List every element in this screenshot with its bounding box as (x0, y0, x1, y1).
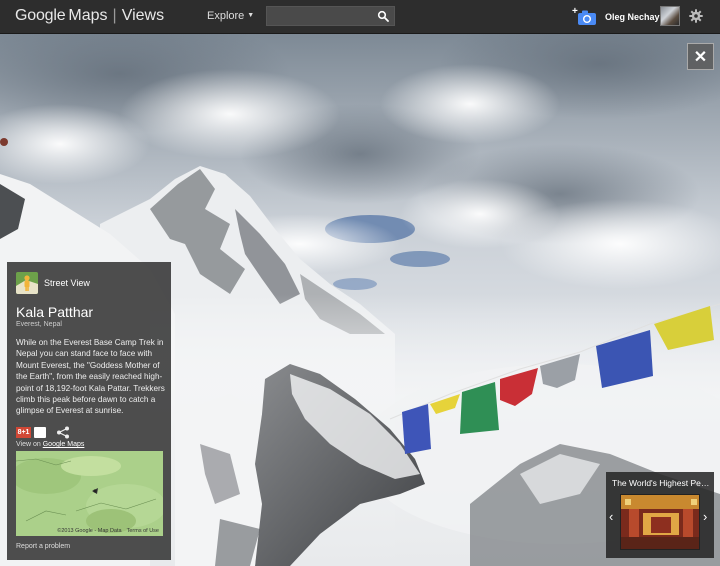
explore-menu[interactable]: Explore ▼ (207, 10, 254, 22)
view-on-prefix: View on (16, 441, 41, 448)
map-copyright: ©2013 Google - Map Data (57, 528, 122, 534)
search-icon[interactable] (377, 10, 389, 22)
top-bar: Google Maps | Views Explore ▼ + Oleg Nechay (0, 0, 720, 34)
add-photo-camera-icon[interactable]: + (572, 5, 598, 27)
chevron-left-icon[interactable]: ‹ (609, 510, 613, 524)
thumbnail-image (621, 495, 699, 549)
plus-one-count (34, 427, 46, 438)
map-terms-link[interactable]: Terms of Use (127, 528, 159, 534)
logo-brand: Google (15, 7, 66, 24)
street-view-pegman-icon (16, 272, 38, 294)
search-input[interactable] (267, 7, 373, 25)
street-view-label: Street View (44, 278, 90, 288)
place-description: While on the Everest Base Camp Trek in N… (16, 338, 165, 416)
google-maps-views-logo[interactable]: Google Maps | Views (15, 7, 164, 25)
google-maps-link[interactable]: Google Maps (43, 441, 85, 448)
place-title: Kala Patthar (16, 304, 94, 320)
search-box (266, 6, 395, 26)
caret-down-icon: ▼ (247, 12, 255, 19)
collection-carousel: The World's Highest Pea... ‹ › (606, 472, 714, 558)
logo-separator: | (112, 7, 117, 24)
location-minimap[interactable]: ©2013 Google - Map Data Terms of Use (16, 451, 163, 536)
view-on-maps: View on Google Maps (16, 441, 84, 448)
close-icon: ✕ (693, 48, 708, 66)
explore-label: Explore (207, 10, 245, 22)
share-icon[interactable] (56, 426, 70, 439)
info-panel: Street View Kala Patthar Everest, Nepal … (7, 262, 171, 560)
logo-product: Maps (68, 7, 108, 24)
minimap-terrain (16, 451, 163, 536)
carousel-title[interactable]: The World's Highest Pea... (612, 478, 710, 488)
map-attribution: ©2013 Google - Map Data Terms of Use (57, 528, 159, 534)
gear-icon[interactable] (689, 9, 703, 23)
chevron-right-icon[interactable]: › (703, 510, 707, 524)
carousel-thumbnail[interactable] (620, 494, 700, 550)
avatar[interactable] (660, 6, 680, 26)
google-plus-one-button[interactable]: 8+1 (16, 427, 31, 438)
svg-text:+: + (572, 6, 578, 17)
report-problem-link[interactable]: Report a problem (16, 543, 70, 550)
user-name[interactable]: Oleg Nechay (605, 12, 660, 22)
logo-section: Views (121, 7, 165, 24)
close-button[interactable]: ✕ (687, 43, 714, 70)
place-subtitle: Everest, Nepal (16, 321, 62, 328)
